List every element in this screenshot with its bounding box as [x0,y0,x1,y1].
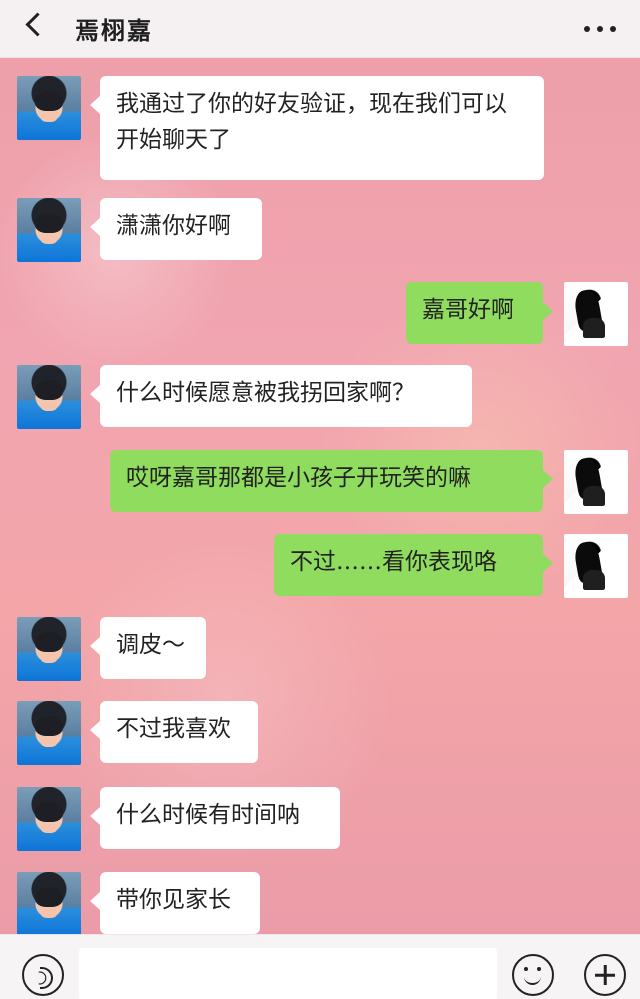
message-bubble: 嘉哥好啊 [406,282,553,344]
message-bubble: 什么时候愿意被我拐回家啊？ [90,365,472,427]
message-bubble: 什么时候有时间呐 [90,787,340,849]
message-item: 哎呀嘉哥那都是小孩子开玩笑的嘛 [0,450,640,516]
emoji-icon[interactable] [512,954,554,996]
message-bubble: 调皮～ [90,617,206,679]
contact-avatar[interactable] [17,872,81,936]
voice-icon[interactable] [22,954,64,996]
more-dot-1 [584,26,590,32]
more-icon[interactable] [584,14,616,42]
message-item: 调皮～ [0,617,640,683]
contact-avatar[interactable] [17,701,81,765]
input-bar [0,934,640,999]
contact-avatar[interactable] [17,787,81,851]
contact-avatar[interactable] [17,365,81,429]
plus-icon[interactable] [584,954,626,996]
message-input[interactable] [79,948,497,999]
message-item: 带你见家长 [0,872,640,938]
message-item: 什么时候有时间呐 [0,787,640,853]
message-item: 什么时候愿意被我拐回家啊？ [0,365,640,431]
chat-title: 焉栩嘉 [75,17,153,45]
message-bubble: 潇潇你好啊 [90,198,262,260]
message-item: 潇潇你好啊 [0,198,640,264]
message-bubble: 不过……看你表现咯 [274,534,553,596]
contact-avatar[interactable] [17,198,81,262]
message-item: 不过我喜欢 [0,701,640,767]
message-bubble: 不过我喜欢 [90,701,258,763]
message-item: 嘉哥好啊 [0,282,640,348]
contact-avatar[interactable] [17,617,81,681]
my-avatar[interactable] [564,450,628,514]
my-avatar[interactable] [564,282,628,346]
chat-screen: 焉栩嘉 我通过了你的好友验证，现在我们可以开始聊天了 潇潇你好啊 嘉哥好啊 什么… [0,0,640,999]
my-avatar[interactable] [564,534,628,598]
more-dot-3 [610,26,616,32]
message-bubble: 我通过了你的好友验证，现在我们可以开始聊天了 [90,76,544,180]
message-item: 不过……看你表现咯 [0,534,640,600]
message-item: 我通过了你的好友验证，现在我们可以开始聊天了 [0,76,640,182]
message-list: 我通过了你的好友验证，现在我们可以开始聊天了 潇潇你好啊 嘉哥好啊 什么时候愿意… [0,58,640,936]
more-dot-2 [597,26,603,32]
message-bubble: 带你见家长 [90,872,260,934]
message-bubble: 哎呀嘉哥那都是小孩子开玩笑的嘛 [110,450,553,512]
top-bar: 焉栩嘉 [0,0,640,58]
back-icon[interactable] [20,13,48,41]
contact-avatar[interactable] [17,76,81,140]
